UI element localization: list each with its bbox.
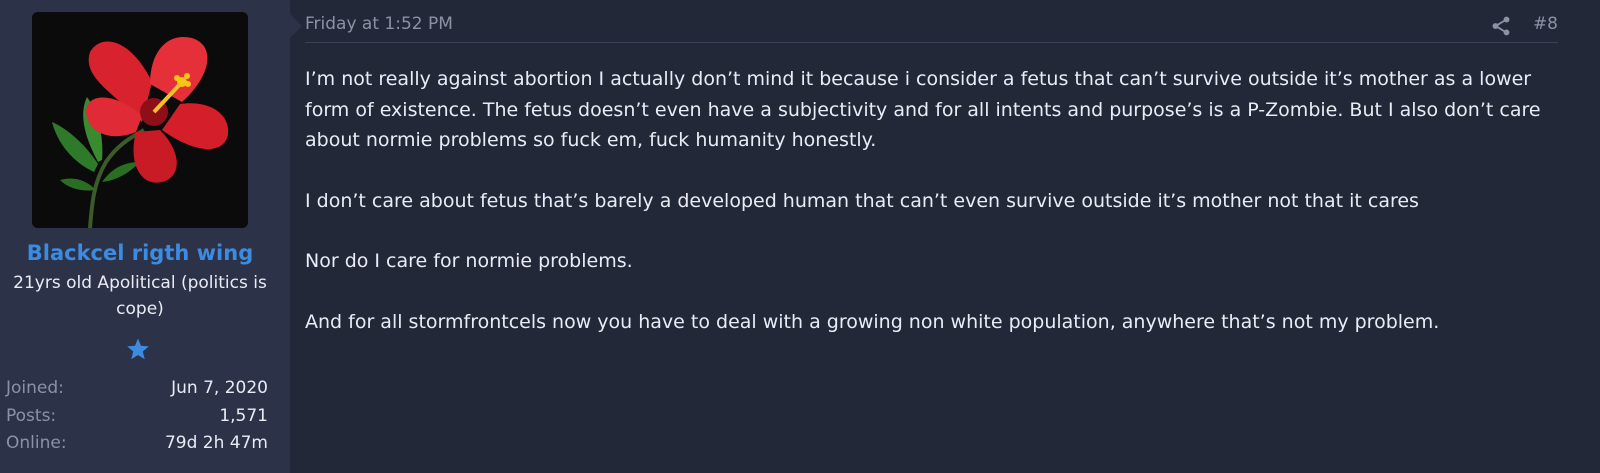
post-paragraph: And for all stormfrontcels now you have … xyxy=(305,310,1440,333)
stat-label: Posts: xyxy=(6,405,57,426)
post-header: Friday at 1:52 PM #8 xyxy=(305,12,1558,43)
star-icon xyxy=(127,338,149,360)
post-main: Friday at 1:52 PM #8 I’m not really agai… xyxy=(305,0,1558,473)
stat-online: Online: 79d 2h 47m xyxy=(6,430,268,458)
stat-posts: Posts: 1,571 xyxy=(6,403,268,431)
post-number-link[interactable]: #8 xyxy=(1533,14,1558,34)
user-info-pane: Blackcel rigth wing 21yrs old Apolitical… xyxy=(0,0,302,473)
stat-joined: Joined: Jun 7, 2020 xyxy=(6,375,268,403)
post-paragraph: I’m not really against abortion I actual… xyxy=(305,68,1541,151)
user-stats: Joined: Jun 7, 2020 Posts: 1,571 Online:… xyxy=(6,375,268,458)
stat-value: 79d 2h 47m xyxy=(164,433,268,453)
share-icon[interactable] xyxy=(1490,15,1512,37)
stat-label: Online: xyxy=(6,433,67,453)
post-paragraph: I don’t care about fetus that’s barely a… xyxy=(305,189,1419,212)
forum-post: Blackcel rigth wing 21yrs old Apolitical… xyxy=(0,0,1600,473)
user-title: 21yrs old Apolitical (politics is cope) xyxy=(13,273,267,319)
avatar[interactable] xyxy=(32,12,248,228)
stat-value: 1,571 xyxy=(219,405,268,426)
hibiscus-flower-image xyxy=(32,12,248,228)
stat-label: Joined: xyxy=(6,378,64,398)
post-paragraph: Nor do I care for normie problems. xyxy=(305,250,633,272)
post-date-link[interactable]: Friday at 1:52 PM xyxy=(305,14,453,34)
post-body: I’m not really against abortion I actual… xyxy=(305,64,1558,367)
username-link[interactable]: Blackcel rigth wing xyxy=(0,240,280,266)
stat-value: Jun 7, 2020 xyxy=(171,378,268,398)
